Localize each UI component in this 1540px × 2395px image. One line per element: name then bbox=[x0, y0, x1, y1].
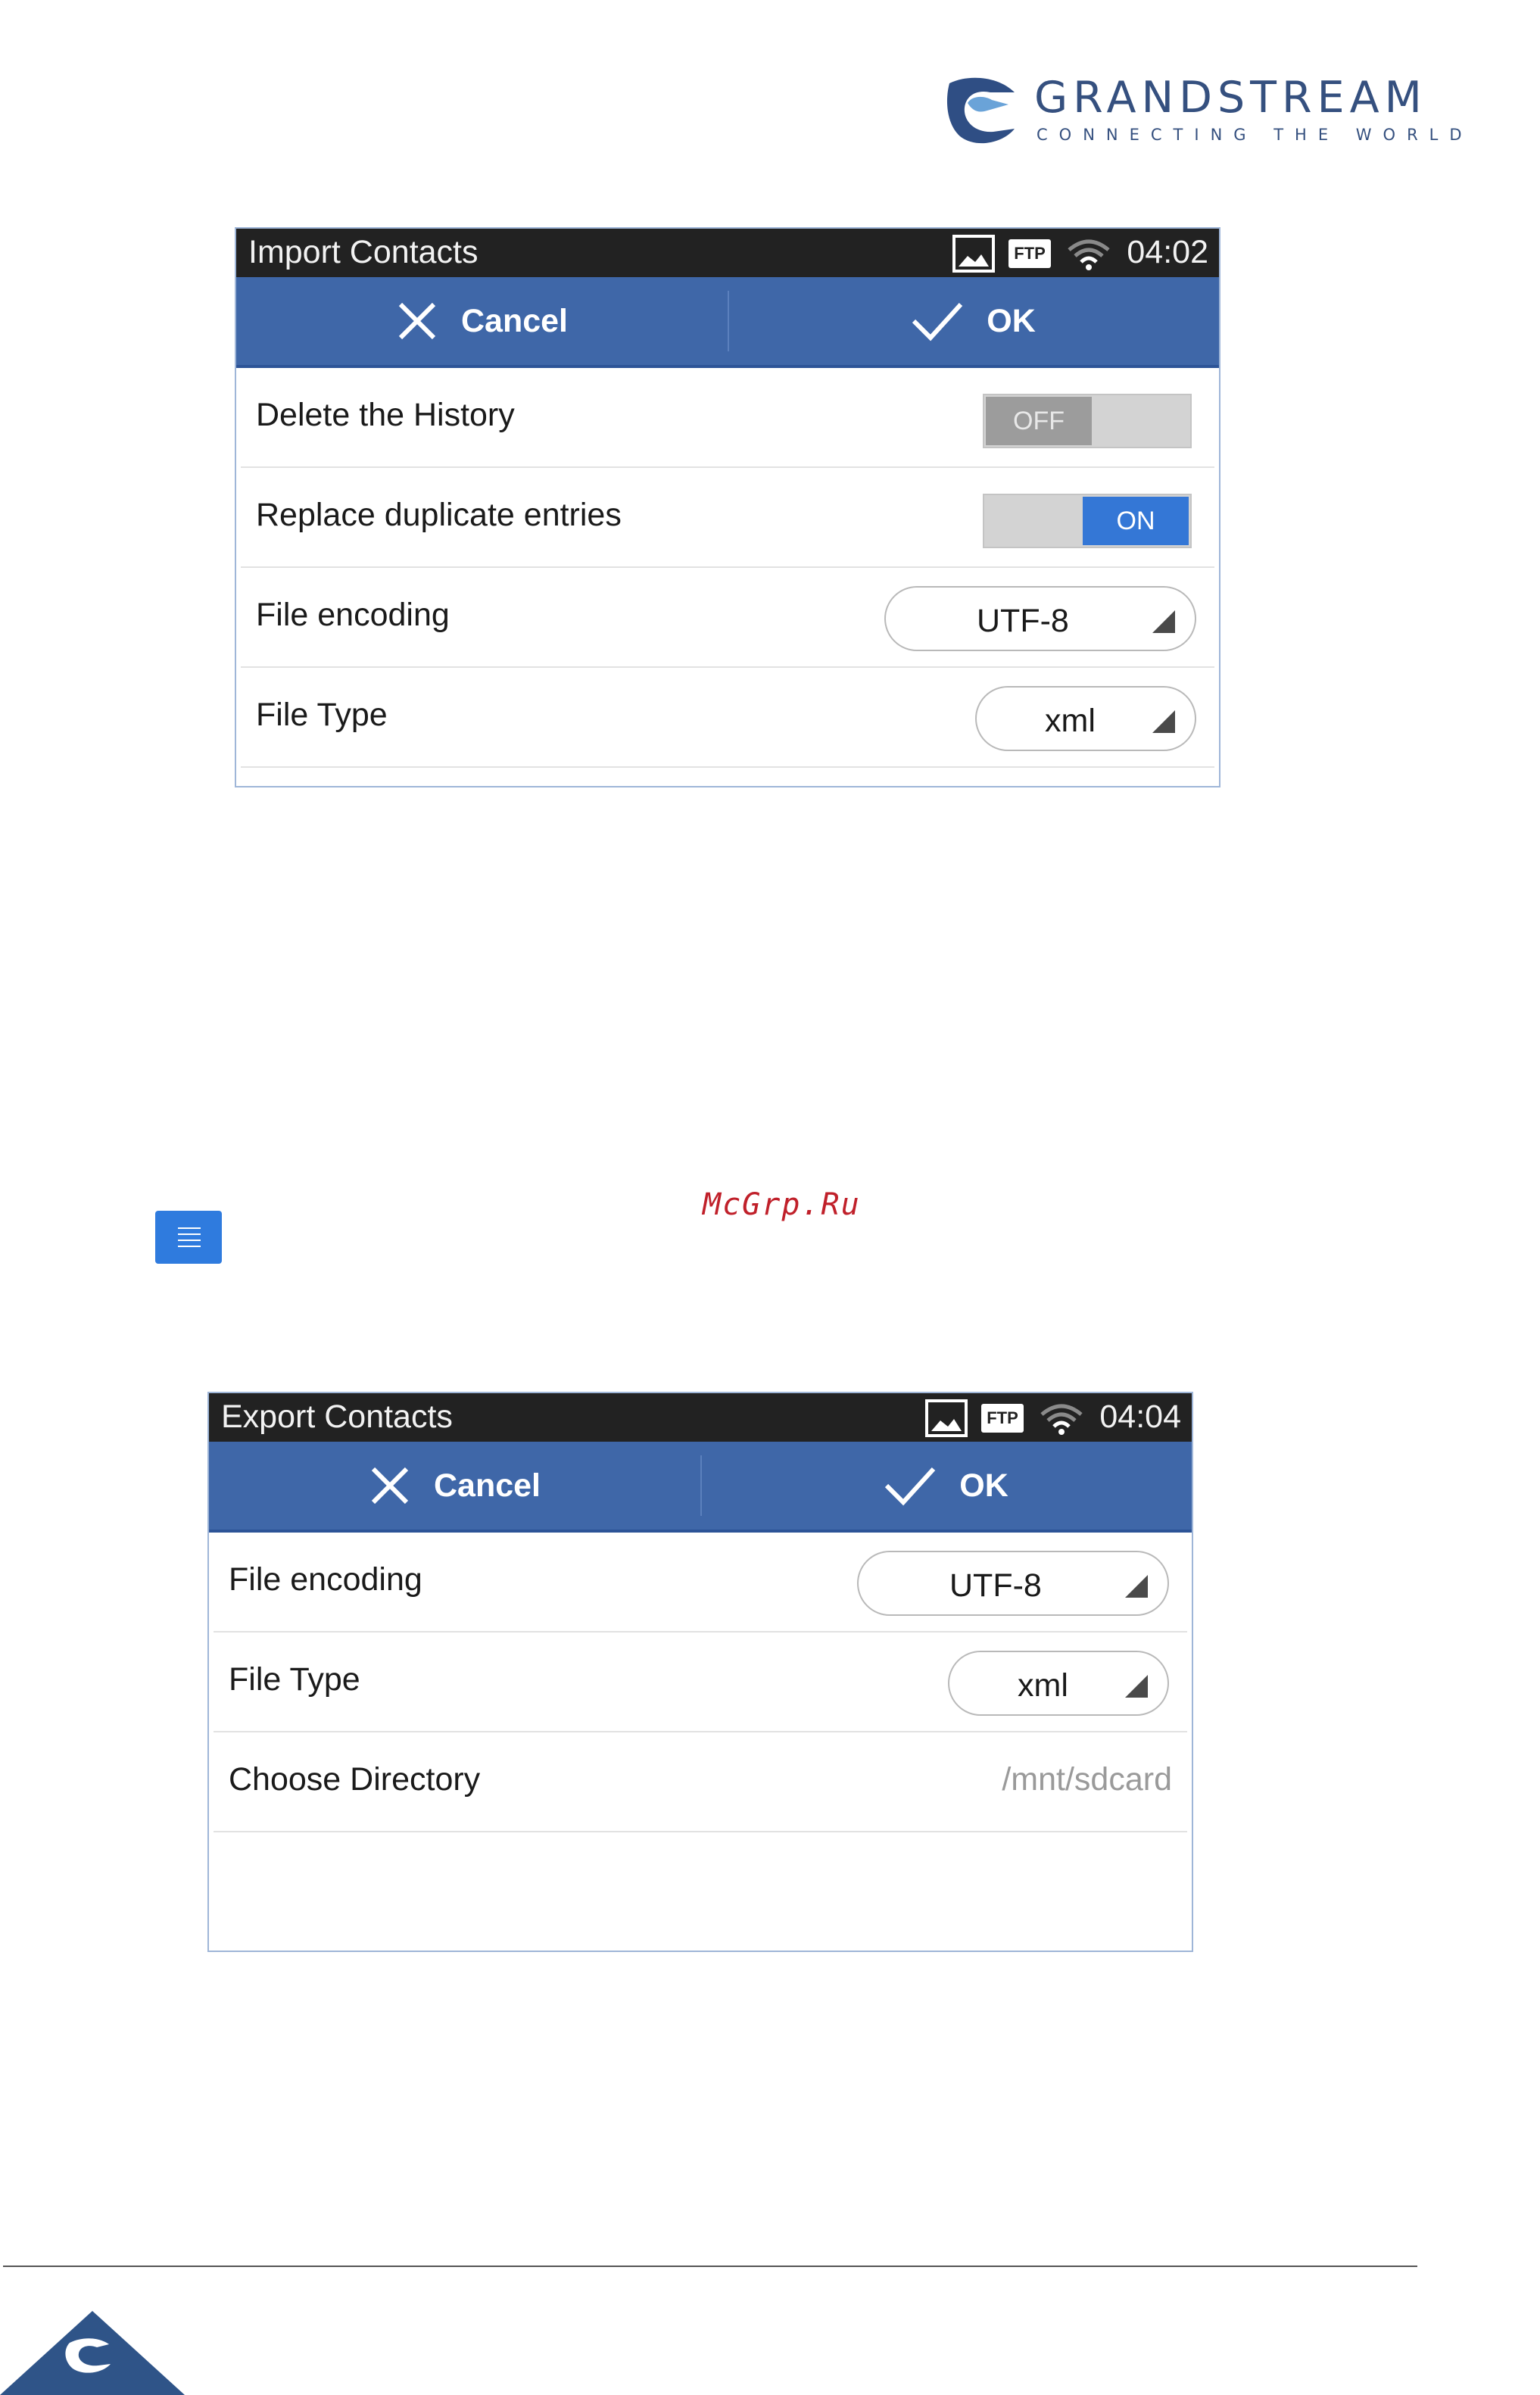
brand-name: GRANDSTREAM bbox=[1034, 73, 1427, 123]
action-bar: Cancel OK bbox=[236, 277, 1219, 368]
cancel-label: Cancel bbox=[433, 1467, 541, 1504]
select-value: UTF-8 bbox=[949, 1567, 1042, 1604]
row-label: File Type bbox=[229, 1661, 360, 1698]
delete-history-toggle[interactable]: OFF bbox=[983, 394, 1192, 448]
file-type-select[interactable]: xml bbox=[948, 1651, 1169, 1716]
watermark: McGrp.Ru bbox=[703, 1187, 861, 1222]
status-bar: Import Contacts FTP 04:02 bbox=[236, 229, 1219, 277]
row-label: Replace duplicate entries bbox=[256, 497, 622, 533]
wifi-icon bbox=[1068, 239, 1110, 270]
row-label: Delete the History bbox=[256, 397, 515, 433]
check-icon bbox=[885, 1467, 936, 1506]
file-encoding-row: File encoding UTF-8 bbox=[241, 568, 1214, 668]
ftp-icon: FTP bbox=[981, 1404, 1024, 1433]
brand-tagline: CONNECTING THE WORLD bbox=[1037, 126, 1473, 144]
toggle-state: OFF bbox=[986, 397, 1092, 445]
ok-label: OK bbox=[959, 1467, 1008, 1504]
footer-logo-icon bbox=[0, 2311, 185, 2395]
toggle-state: ON bbox=[1083, 497, 1189, 545]
status-bar: Export Contacts FTP 04:04 bbox=[209, 1393, 1192, 1442]
row-label: File encoding bbox=[229, 1561, 422, 1598]
screen-title: Import Contacts bbox=[248, 234, 479, 270]
cancel-button[interactable]: Cancel bbox=[209, 1442, 700, 1530]
import-contacts-screen: Import Contacts FTP 04:02 Cancel OK Dele… bbox=[235, 227, 1220, 787]
row-label: Choose Directory bbox=[229, 1761, 481, 1798]
wifi-icon bbox=[1040, 1404, 1083, 1435]
dropdown-caret-icon bbox=[1152, 610, 1175, 633]
screen-title: Export Contacts bbox=[221, 1399, 453, 1435]
choose-directory-row[interactable]: Choose Directory /mnt/sdcard bbox=[214, 1732, 1187, 1832]
row-label: File encoding bbox=[256, 597, 450, 633]
file-type-row: File Type xml bbox=[214, 1633, 1187, 1732]
check-icon bbox=[912, 302, 963, 341]
ok-label: OK bbox=[987, 302, 1036, 339]
ok-button[interactable]: OK bbox=[728, 277, 1219, 365]
select-value: xml bbox=[1045, 703, 1096, 739]
select-value: UTF-8 bbox=[977, 603, 1069, 639]
export-contacts-screen: Export Contacts FTP 04:04 Cancel OK File… bbox=[207, 1392, 1193, 1952]
dropdown-caret-icon bbox=[1152, 710, 1175, 733]
select-value: xml bbox=[1018, 1667, 1068, 1704]
file-encoding-row: File encoding UTF-8 bbox=[214, 1533, 1187, 1633]
footer-divider bbox=[3, 2266, 1417, 2267]
ftp-icon: FTP bbox=[1008, 239, 1051, 268]
status-time: 04:02 bbox=[1127, 234, 1208, 270]
file-encoding-select[interactable]: UTF-8 bbox=[884, 586, 1196, 651]
directory-path: /mnt/sdcard bbox=[1002, 1761, 1172, 1798]
grandstream-swirl-icon bbox=[946, 77, 1015, 144]
file-type-select[interactable]: xml bbox=[975, 686, 1196, 751]
menu-icon bbox=[155, 1211, 222, 1264]
dropdown-caret-icon bbox=[1125, 1675, 1148, 1698]
dropdown-caret-icon bbox=[1125, 1575, 1148, 1598]
delete-history-row: Delete the History OFF bbox=[241, 368, 1214, 468]
ok-button[interactable]: OK bbox=[700, 1442, 1192, 1530]
close-icon bbox=[398, 302, 436, 340]
replace-duplicates-toggle[interactable]: ON bbox=[983, 494, 1192, 548]
ftp-label: FTP bbox=[1014, 244, 1046, 263]
action-bar: Cancel OK bbox=[209, 1442, 1192, 1533]
image-icon bbox=[952, 235, 995, 273]
replace-duplicates-row: Replace duplicate entries ON bbox=[241, 468, 1214, 568]
cancel-button[interactable]: Cancel bbox=[236, 277, 728, 365]
ftp-label: FTP bbox=[987, 1408, 1018, 1427]
grandstream-logo: GRANDSTREAM CONNECTING THE WORLD bbox=[945, 73, 1462, 156]
file-type-row: File Type xml bbox=[241, 668, 1214, 768]
row-label: File Type bbox=[256, 697, 388, 733]
file-encoding-select[interactable]: UTF-8 bbox=[857, 1551, 1169, 1616]
status-time: 04:04 bbox=[1099, 1399, 1181, 1435]
cancel-label: Cancel bbox=[460, 302, 568, 339]
close-icon bbox=[371, 1467, 409, 1505]
image-icon bbox=[925, 1399, 968, 1437]
